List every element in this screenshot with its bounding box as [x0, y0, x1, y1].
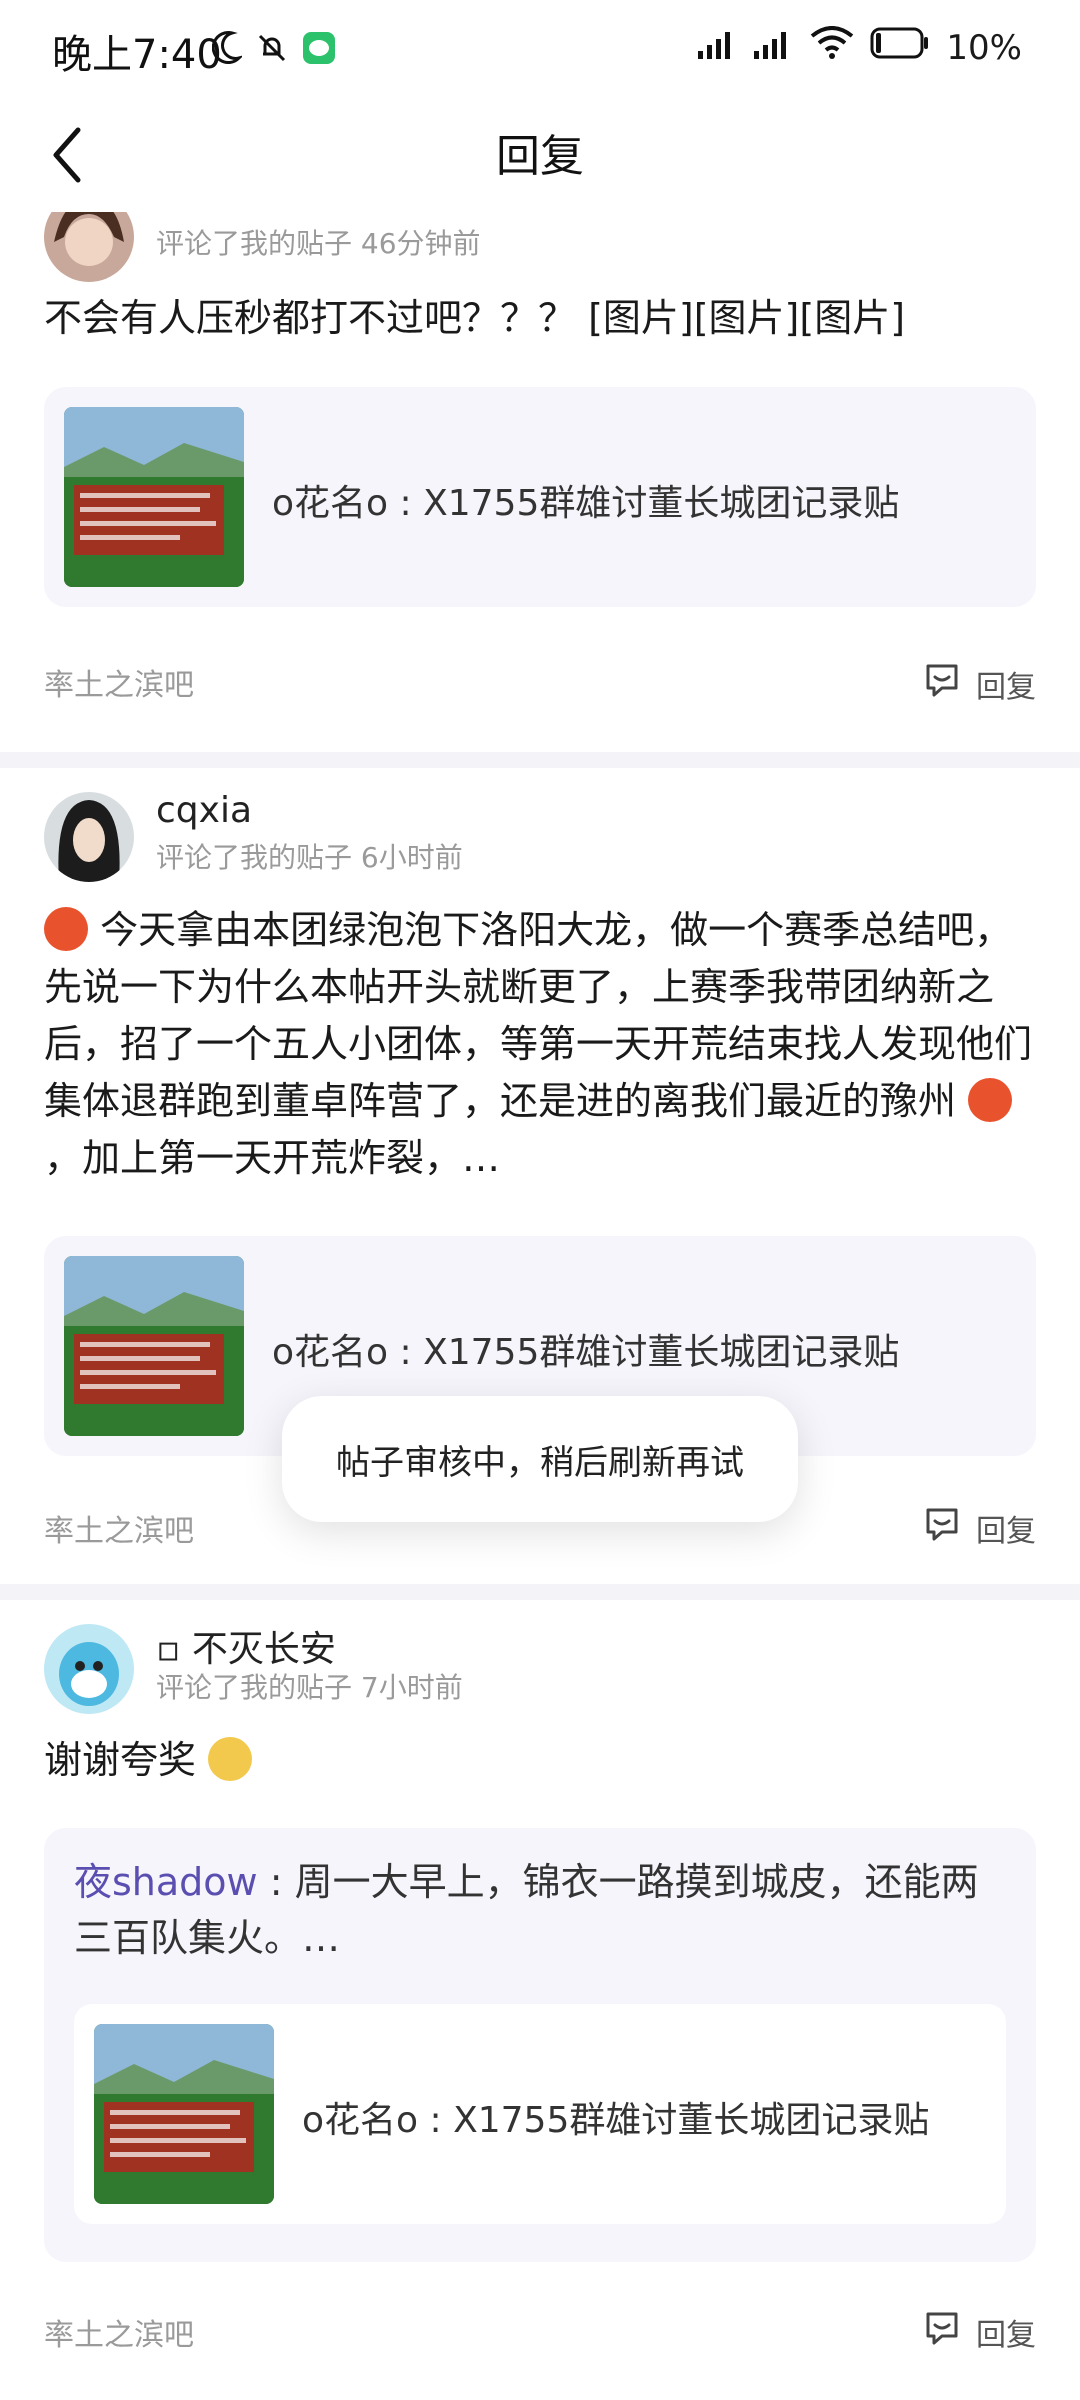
post-thumbnail — [64, 407, 244, 587]
app-bar: 回复 — [0, 100, 1080, 212]
quoted-post-title: o花名o : X1755群雄讨董长城团记录贴 — [272, 1332, 900, 1373]
post-thumbnail — [64, 1256, 244, 1436]
post-meta: 评论了我的贴子 7小时前 — [156, 1671, 463, 1704]
wifi-icon — [810, 26, 854, 69]
mention-username[interactable]: 夜shadow — [74, 1860, 258, 1904]
emoji-icon — [44, 907, 88, 951]
moon-icon — [211, 30, 244, 70]
quoted-post-inner[interactable]: o花名o : X1755群雄讨董长城团记录贴 — [74, 2004, 1006, 2224]
reply-button-label: 回复 — [976, 2318, 1036, 2353]
comment-icon — [922, 1504, 962, 1552]
reply-text[interactable]: 不会有人压秒都打不过吧？？？ [图片][图片][图片] — [44, 290, 1034, 347]
quoted-comment: 夜shadow : 周一大早上，锦衣一路摸到城皮，还能两三百队集火。… — [74, 1860, 979, 1960]
forum-name[interactable]: 率土之滨吧 — [44, 1506, 194, 1550]
comment-icon — [922, 2308, 962, 2356]
wechat-icon — [302, 31, 336, 69]
divider — [0, 1584, 1080, 1600]
post-thumbnail — [94, 2024, 274, 2204]
notification-list[interactable]: 评论了我的贴子 46分钟前 不会有人压秒都打不过吧？？？ [图片][图片][图片… — [0, 212, 1080, 2400]
reply-card[interactable]: 评论了我的贴子 46分钟前 不会有人压秒都打不过吧？？？ [图片][图片][图片… — [0, 212, 1080, 752]
avatar[interactable] — [44, 1624, 134, 1714]
battery-icon — [870, 26, 930, 69]
reply-text[interactable]: 今天拿由本团绿泡泡下洛阳大龙，做一个赛季总结吧，先说一下为什么本帖开头就断更了，… — [44, 902, 1034, 1187]
avatar[interactable] — [44, 792, 134, 882]
reply-button-label: 回复 — [976, 1514, 1036, 1549]
reply-button-label: 回复 — [976, 670, 1036, 705]
reply-button[interactable]: 回复 — [922, 2308, 1036, 2356]
quoted-post-title: o花名o : X1755群雄讨董长城团记录贴 — [302, 2100, 930, 2141]
avatar[interactable] — [44, 212, 134, 282]
forum-name[interactable]: 率土之滨吧 — [44, 2310, 194, 2354]
mute-icon — [256, 32, 288, 68]
page-title: 回复 — [496, 131, 584, 182]
thinking-emoji-icon — [208, 1737, 253, 1781]
divider — [0, 752, 1080, 768]
signal-icon — [754, 28, 794, 68]
post-meta: 评论了我的贴子 46分钟前 — [156, 227, 481, 260]
username[interactable]: ▫ 不灭长安 — [156, 1620, 336, 1672]
status-bar: 晚上7:40 10% — [0, 0, 1080, 100]
comment-icon — [922, 660, 962, 708]
toast-message: 帖子审核中，稍后刷新再试 — [282, 1396, 798, 1522]
quoted-post[interactable]: 夜shadow : 周一大早上，锦衣一路摸到城皮，还能两三百队集火。… o花名o… — [44, 1828, 1036, 2262]
username[interactable]: cqxia — [156, 790, 252, 831]
battery-level: 10% — [946, 27, 1022, 68]
reply-card[interactable]: ▫ 不灭长安 评论了我的贴子 7小时前 谢谢夸奖 夜shadow : 周一大早上… — [0, 1600, 1080, 2400]
reply-button[interactable]: 回复 — [922, 660, 1036, 708]
angry-emoji-icon — [968, 1078, 1013, 1122]
post-meta: 评论了我的贴子 6小时前 — [156, 841, 463, 874]
signal-icon — [698, 28, 738, 68]
reply-button[interactable]: 回复 — [922, 1504, 1036, 1552]
quoted-post-title: o花名o : X1755群雄讨董长城团记录贴 — [272, 483, 900, 524]
reply-text[interactable]: 谢谢夸奖 — [44, 1732, 1034, 1789]
quoted-post[interactable]: o花名o : X1755群雄讨董长城团记录贴 — [44, 387, 1036, 607]
status-time: 晚上7:40 — [52, 32, 222, 78]
forum-name[interactable]: 率土之滨吧 — [44, 660, 194, 704]
